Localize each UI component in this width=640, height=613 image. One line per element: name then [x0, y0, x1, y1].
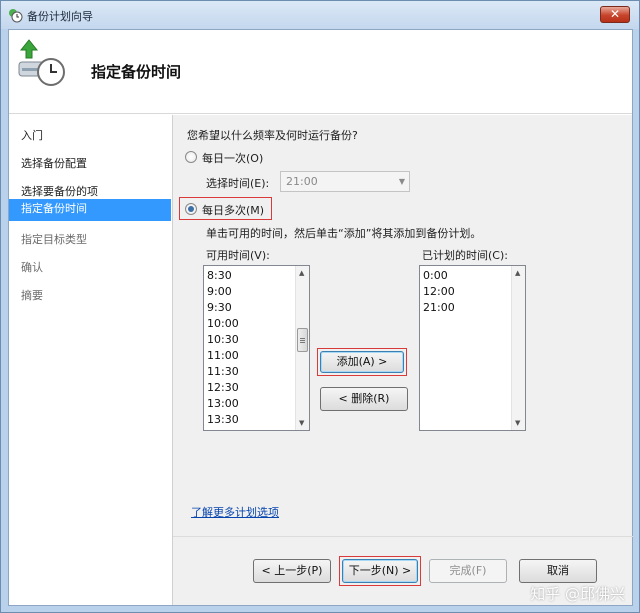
- list-item[interactable]: 21:00: [420, 300, 525, 316]
- main-panel: 您希望以什么频率及何时运行备份? 每日一次(O) 选择时间(E): 21:00 …: [172, 115, 633, 605]
- sidebar-item-summary: 摘要: [21, 289, 43, 302]
- available-times-label: 可用时间(V):: [206, 249, 270, 262]
- list-item[interactable]: 13:00: [204, 396, 309, 412]
- sidebar-item-confirm: 确认: [21, 261, 43, 274]
- sidebar-item-getting-started[interactable]: 入门: [21, 127, 43, 143]
- close-button[interactable]: ✕: [600, 6, 630, 23]
- backup-clock-icon: [18, 39, 65, 86]
- sidebar: 入门 选择备份配置 选择要备份的项 指定备份时间 指定目标类型 确认 摘要: [9, 115, 172, 605]
- list-item[interactable]: 9:30: [204, 300, 309, 316]
- scheduled-scrollbar[interactable]: ▲ ▼: [511, 266, 525, 430]
- select-time-combo: 21:00 ▼: [280, 171, 410, 192]
- available-times-list[interactable]: 8:30 9:00 9:30 10:00 10:30 11:00 11:30 1…: [203, 265, 310, 431]
- once-daily-label[interactable]: 每日一次(O): [202, 150, 263, 166]
- sidebar-item-select-items[interactable]: 选择要备份的项: [21, 183, 98, 199]
- sidebar-item-target-type: 指定目标类型: [21, 233, 87, 246]
- watermark: 知乎 @邱佛兴: [530, 585, 625, 603]
- add-button[interactable]: 添加(A) >: [320, 351, 404, 373]
- next-button[interactable]: 下一步(N) >: [342, 559, 418, 583]
- more-options-link[interactable]: 了解更多计划选项: [191, 504, 279, 520]
- title-bar: 备份计划向导 ✕: [1, 1, 639, 29]
- cancel-button[interactable]: 取消: [519, 559, 597, 583]
- remove-button[interactable]: < 删除(R): [320, 387, 408, 411]
- page-title: 指定备份时间: [91, 63, 182, 81]
- list-item[interactable]: 13:30: [204, 412, 309, 428]
- list-item[interactable]: 10:00: [204, 316, 309, 332]
- instruction-text: 单击可用的时间，然后单击“添加”将其添加到备份计划。: [206, 227, 482, 240]
- finish-button: 完成(F): [429, 559, 507, 583]
- close-icon: ✕: [609, 7, 621, 21]
- list-item[interactable]: 8:30: [204, 268, 309, 284]
- scroll-up-icon[interactable]: ▲: [299, 269, 304, 277]
- once-daily-radio[interactable]: [185, 151, 197, 163]
- wizard-window: 备份计划向导 ✕ 指定备份时间 入门 选择备份配置 选择要备份的项 指定备份时间…: [0, 0, 640, 613]
- select-time-value: 21:00: [286, 175, 318, 188]
- backup-app-icon: [9, 9, 23, 23]
- multi-daily-label[interactable]: 每日多次(M): [202, 202, 264, 218]
- list-item[interactable]: 12:30: [204, 380, 309, 396]
- scheduled-times-list[interactable]: 0:00 12:00 21:00 ▲ ▼: [419, 265, 526, 431]
- wizard-client: 指定备份时间 入门 选择备份配置 选择要备份的项 指定备份时间 指定目标类型 确…: [8, 29, 633, 606]
- sidebar-item-backup-time[interactable]: 指定备份时间: [9, 199, 171, 221]
- window-title: 备份计划向导: [27, 10, 93, 23]
- available-scrollbar[interactable]: ▲ ▼: [295, 266, 309, 430]
- list-item[interactable]: 11:00: [204, 348, 309, 364]
- list-item[interactable]: 10:30: [204, 332, 309, 348]
- sidebar-item-backup-config[interactable]: 选择备份配置: [21, 155, 87, 171]
- frequency-question: 您希望以什么频率及何时运行备份?: [187, 129, 358, 142]
- wizard-header: 指定备份时间: [9, 30, 632, 114]
- multi-daily-radio[interactable]: [185, 203, 197, 215]
- list-item[interactable]: 9:00: [204, 284, 309, 300]
- list-item[interactable]: 0:00: [420, 268, 525, 284]
- back-button[interactable]: < 上一步(P): [253, 559, 331, 583]
- list-item[interactable]: 12:00: [420, 284, 525, 300]
- footer-divider: [173, 536, 633, 537]
- scroll-down-icon[interactable]: ▼: [515, 419, 520, 427]
- list-item[interactable]: 11:30: [204, 364, 309, 380]
- scroll-up-icon[interactable]: ▲: [515, 269, 520, 277]
- scheduled-times-label: 已计划的时间(C):: [422, 249, 508, 262]
- chevron-down-icon: ▼: [398, 177, 405, 186]
- select-time-label: 选择时间(E):: [206, 177, 270, 190]
- scroll-thumb[interactable]: [297, 328, 308, 352]
- scroll-down-icon[interactable]: ▼: [299, 419, 304, 427]
